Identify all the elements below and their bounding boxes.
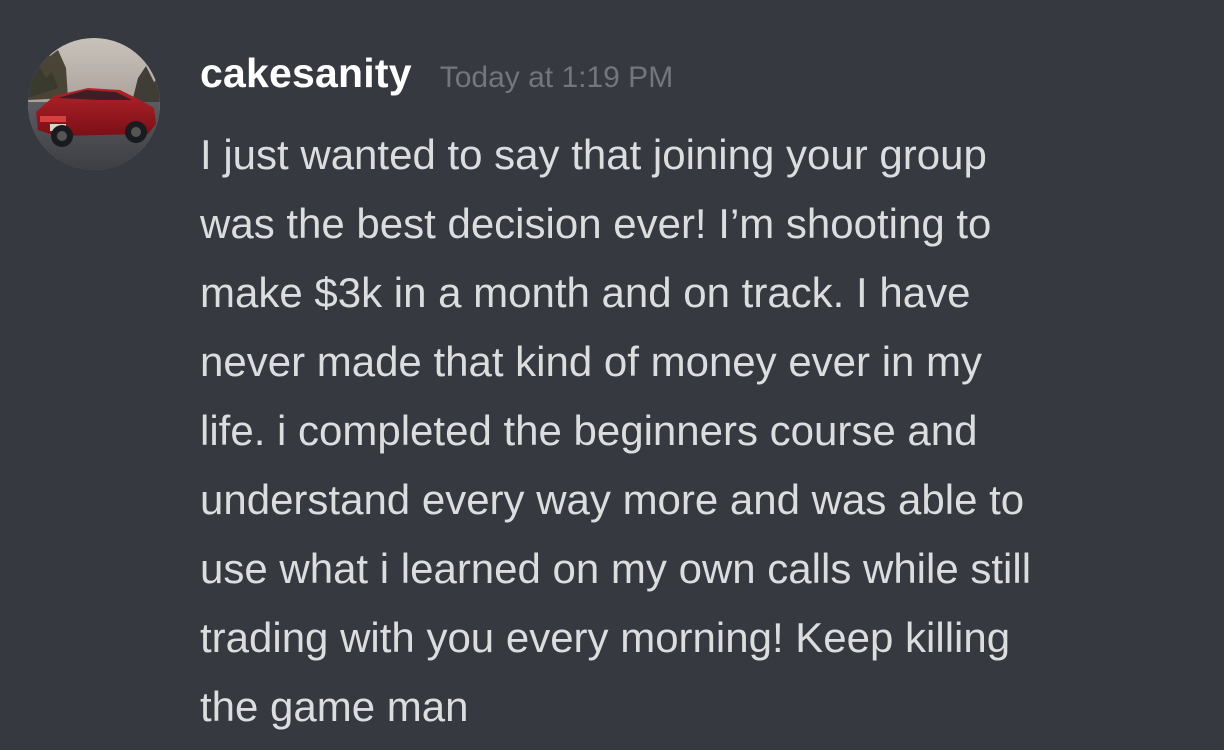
chat-message: cakesanity Today at 1:19 PM I just wante… <box>0 0 1224 750</box>
username[interactable]: cakesanity <box>200 50 412 97</box>
message-line: use what i learned on my own calls while… <box>200 545 1032 592</box>
message-line: make $3k in a month and on track. I have <box>200 269 971 316</box>
message-line: understand every way more and was able t… <box>200 476 1025 523</box>
chat-view: cakesanity Today at 1:19 PM I just wante… <box>0 0 1224 750</box>
message-content: cakesanity Today at 1:19 PM I just wante… <box>200 50 1200 741</box>
message-timestamp: Today at 1:19 PM <box>439 61 674 94</box>
message-header: cakesanity Today at 1:19 PM <box>200 50 1200 110</box>
message-line: never made that kind of money ever in my <box>200 338 983 385</box>
message-line: the game man <box>200 683 469 730</box>
avatar-red-car-photo-icon <box>28 38 160 170</box>
message-line: trading with you every morning! Keep kil… <box>200 614 1011 661</box>
message-line: I just wanted to say that joining your g… <box>200 131 987 178</box>
message-line: life. i completed the beginners course a… <box>200 407 978 454</box>
message-body: I just wanted to say that joining your g… <box>200 120 1200 741</box>
user-avatar[interactable] <box>28 38 160 170</box>
message-line: was the best decision ever! I’m shooting… <box>200 200 992 247</box>
